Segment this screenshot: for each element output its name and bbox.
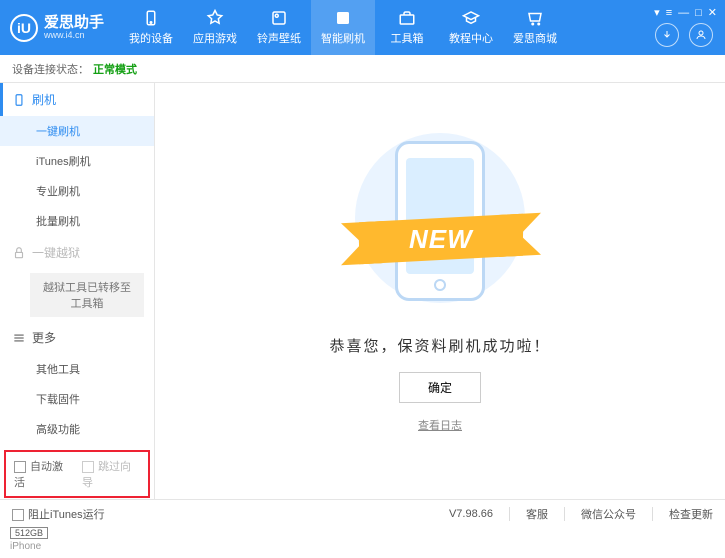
download-button[interactable] (655, 23, 679, 47)
lock-icon (12, 246, 26, 260)
block-itunes-checkbox[interactable]: 阻止iTunes运行 (12, 506, 105, 522)
refresh-icon (334, 9, 352, 27)
sidebar-item-itunes[interactable]: iTunes刷机 (0, 146, 154, 176)
maximize-icon[interactable]: □ (695, 7, 702, 19)
jailbreak-note: 越狱工具已转移至工具箱 (30, 273, 144, 317)
sidebar-group-more[interactable]: 更多 (0, 321, 154, 354)
ok-button[interactable]: 确定 (399, 372, 481, 403)
more-icon (12, 331, 26, 345)
sidebar-item-download-fw[interactable]: 下载固件 (0, 384, 154, 414)
view-log-link[interactable]: 查看日志 (418, 417, 462, 433)
minimize-icon[interactable]: — (678, 7, 689, 19)
status-bar: 设备连接状态： 正常模式 (0, 55, 725, 83)
settings-icon[interactable]: ≡ (666, 7, 672, 19)
user-button[interactable] (689, 23, 713, 47)
cart-icon (526, 9, 544, 27)
window-controls: ▾ ≡ — □ ✕ (654, 6, 717, 19)
footer-link-support[interactable]: 客服 (526, 506, 548, 522)
download-icon (661, 29, 673, 41)
logo-area: iU 爱思助手 www.i4.cn (10, 14, 104, 42)
nav-my-device[interactable]: 我的设备 (119, 0, 183, 55)
app-header: iU 爱思助手 www.i4.cn 我的设备 应用游戏 铃声壁纸 智能刷机 工具… (0, 0, 725, 55)
options-box: 自动激活 跳过向导 (4, 450, 150, 498)
nav-apps[interactable]: 应用游戏 (183, 0, 247, 55)
nav-flash[interactable]: 智能刷机 (311, 0, 375, 55)
sidebar-item-oneclick[interactable]: 一键刷机 (0, 116, 154, 146)
footer-link-update[interactable]: 检查更新 (669, 506, 713, 522)
phone-icon (142, 9, 160, 27)
new-ribbon: NEW (359, 214, 523, 265)
success-illustration: NEW (345, 123, 535, 313)
app-icon (206, 9, 224, 27)
auto-activate-checkbox[interactable]: 自动激活 (14, 458, 72, 490)
graduation-icon (462, 9, 480, 27)
footer: 阻止iTunes运行 V7.98.66 客服 微信公众号 检查更新 (0, 499, 725, 527)
sidebar-group-flash[interactable]: 刷机 (0, 83, 154, 116)
nav-toolbox[interactable]: 工具箱 (375, 0, 439, 55)
nav-tutorials[interactable]: 教程中心 (439, 0, 503, 55)
device-type: iPhone (10, 541, 144, 552)
app-title: 爱思助手 (44, 15, 104, 30)
sidebar-item-other[interactable]: 其他工具 (0, 354, 154, 384)
main-content: NEW 恭喜您，保资料刷机成功啦！ 确定 查看日志 (155, 83, 725, 499)
nav-store[interactable]: 爱思商城 (503, 0, 567, 55)
status-value: 正常模式 (93, 61, 137, 77)
status-label: 设备连接状态： (12, 61, 89, 77)
storage-badge: 512GB (10, 527, 48, 539)
sidebar-item-pro[interactable]: 专业刷机 (0, 176, 154, 206)
menu-icon[interactable]: ▾ (654, 6, 660, 19)
footer-link-wechat[interactable]: 微信公众号 (581, 506, 636, 522)
logo-icon: iU (10, 14, 38, 42)
sidebar-group-jailbreak: 一键越狱 (0, 236, 154, 269)
skip-setup-checkbox[interactable]: 跳过向导 (82, 458, 140, 490)
image-icon (270, 9, 288, 27)
version-label: V7.98.66 (449, 508, 493, 520)
flash-icon (12, 93, 26, 107)
top-nav: 我的设备 应用游戏 铃声壁纸 智能刷机 工具箱 教程中心 爱思商城 (119, 0, 567, 55)
app-subtitle: www.i4.cn (44, 30, 104, 40)
close-icon[interactable]: ✕ (708, 6, 717, 19)
sidebar: 刷机 一键刷机 iTunes刷机 专业刷机 批量刷机 一键越狱 越狱工具已转移至… (0, 83, 155, 499)
success-message: 恭喜您，保资料刷机成功啦！ (329, 335, 550, 356)
nav-ringtones[interactable]: 铃声壁纸 (247, 0, 311, 55)
toolbox-icon (398, 9, 416, 27)
sidebar-item-advanced[interactable]: 高级功能 (0, 414, 154, 444)
user-icon (695, 29, 707, 41)
sidebar-item-batch[interactable]: 批量刷机 (0, 206, 154, 236)
